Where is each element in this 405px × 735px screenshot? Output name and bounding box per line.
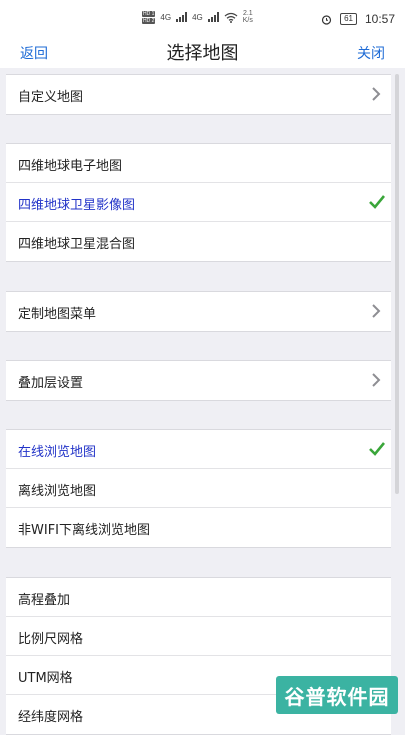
- chevron-right-icon: [372, 304, 381, 318]
- close-button[interactable]: 关闭: [357, 43, 385, 63]
- scrollbar[interactable]: [395, 74, 399, 494]
- nav-bar: 返回 选择地图 关闭: [0, 36, 405, 68]
- net-speed-value: 2.1: [242, 10, 253, 17]
- row-label: 非WIFI下离线浏览地图: [18, 523, 150, 538]
- row-label: 比例尺网格: [18, 632, 84, 647]
- row-elevation-overlay[interactable]: 高程叠加: [6, 578, 391, 617]
- hd2-badge: HD 2: [142, 17, 156, 24]
- battery-level: 61: [340, 13, 357, 25]
- row-offline-browse-non-wifi[interactable]: 非WIFI下离线浏览地图: [6, 508, 391, 547]
- group-browse-mode: 在线浏览地图 离线浏览地图 非WIFI下离线浏览地图: [6, 429, 391, 548]
- row-label: 定制地图菜单: [18, 307, 97, 322]
- row-label: 离线浏览地图: [18, 484, 97, 499]
- row-scale-grid[interactable]: 比例尺网格: [6, 617, 391, 656]
- row-label: 经纬度网格: [18, 710, 84, 725]
- hd-indicators: HD 1 HD 2: [142, 10, 156, 24]
- row-custom-map-menu[interactable]: 定制地图菜单: [6, 292, 391, 331]
- network-type-1: 4G: [160, 12, 172, 22]
- status-left: HD 1 HD 2 4G 4G 2.1 K/s: [142, 10, 253, 24]
- row-custom-map[interactable]: 自定义地图: [6, 75, 391, 114]
- page-title: 选择地图: [166, 43, 239, 64]
- checkmark-icon: [369, 442, 385, 456]
- chevron-right-icon: [372, 373, 381, 387]
- signal-1-icon: [176, 12, 188, 22]
- row-label: 四维地球卫星影像图: [18, 198, 136, 213]
- row-overlay-settings[interactable]: 叠加层设置: [6, 361, 391, 400]
- net-speed-unit: K/s: [242, 17, 253, 24]
- group-overlay: 叠加层设置: [6, 360, 391, 401]
- clock: 10:57: [364, 12, 395, 26]
- row-label: 叠加层设置: [18, 376, 84, 391]
- group-map-source: 四维地球电子地图 四维地球卫星影像图 四维地球卫星混合图: [6, 143, 391, 262]
- row-label: UTM网格: [18, 671, 73, 686]
- alarm-icon: [321, 14, 332, 25]
- status-bar: HD 1 HD 2 4G 4G 2.1 K/s 61 10:57: [0, 0, 405, 36]
- signal-2-icon: [207, 12, 219, 22]
- row-siwei-satellite-image[interactable]: 四维地球卫星影像图: [6, 183, 391, 222]
- row-siwei-electronic-map[interactable]: 四维地球电子地图: [6, 144, 391, 183]
- row-label: 高程叠加: [18, 593, 71, 608]
- network-type-2: 4G: [192, 12, 203, 22]
- net-speed: 2.1 K/s: [243, 10, 253, 24]
- row-label: 四维地球电子地图: [18, 159, 123, 174]
- group-custom-menu: 定制地图菜单: [6, 291, 391, 332]
- watermark-logo: 谷普软件园: [276, 676, 398, 714]
- wifi-icon: [224, 12, 238, 23]
- chevron-right-icon: [372, 87, 381, 101]
- group-custom-map: 自定义地图: [6, 74, 391, 115]
- row-online-browse[interactable]: 在线浏览地图: [6, 430, 391, 469]
- row-siwei-satellite-hybrid[interactable]: 四维地球卫星混合图: [6, 222, 391, 261]
- row-label: 自定义地图: [18, 90, 84, 105]
- row-label: 在线浏览地图: [18, 445, 97, 460]
- row-label: 四维地球卫星混合图: [18, 237, 136, 252]
- checkmark-icon: [369, 195, 385, 209]
- hd1-badge: HD 1: [142, 10, 156, 17]
- row-offline-browse[interactable]: 离线浏览地图: [6, 469, 391, 508]
- status-right: 61 10:57: [321, 12, 395, 26]
